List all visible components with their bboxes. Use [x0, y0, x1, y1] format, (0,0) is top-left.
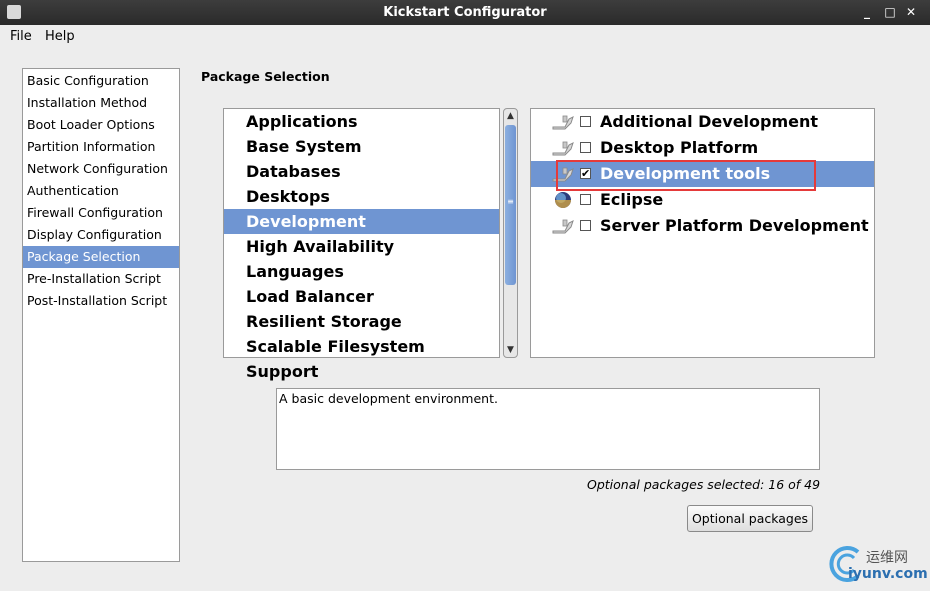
package-label: Development tools	[600, 164, 771, 183]
group-item-development[interactable]: Development	[224, 209, 499, 234]
section-title: Package Selection	[201, 69, 330, 84]
menu-help[interactable]: Help	[45, 29, 75, 44]
package-item-desktop-platform-development[interactable]: Desktop Platform Development	[531, 135, 874, 183]
scroll-thumb[interactable]: ≡	[505, 125, 516, 285]
package-checkbox[interactable]	[580, 220, 591, 231]
title-bar: Kickstart Configurator _ □ ✕	[0, 0, 930, 25]
optional-packages-button[interactable]: Optional packages	[687, 505, 813, 532]
package-checkbox[interactable]	[580, 142, 591, 153]
menu-file[interactable]: File	[10, 29, 32, 44]
sidebar-item-authentication[interactable]: Authentication	[23, 180, 179, 202]
watermark: 运维网 iyunv.com	[828, 544, 928, 588]
package-label: Eclipse	[600, 190, 664, 209]
scroll-down-icon[interactable]: ▼	[504, 343, 517, 357]
sidebar-item-partition-information[interactable]: Partition Information	[23, 136, 179, 158]
sidebar-item-basic-configuration[interactable]: Basic Configuration	[23, 70, 179, 92]
sidebar-item-network-configuration[interactable]: Network Configuration	[23, 158, 179, 180]
group-item-load-balancer[interactable]: Load Balancer	[224, 284, 499, 309]
sidebar: Basic Configuration Installation Method Bo…	[22, 68, 180, 562]
toolbox-icon	[552, 219, 574, 234]
package-checkbox[interactable]: ✔	[580, 168, 591, 179]
package-item-additional-development[interactable]: Additional Development	[531, 109, 874, 135]
sidebar-item-post-installation-script[interactable]: Post-Installation Script	[23, 290, 179, 312]
package-group-list: Applications Base System Databases Desktops…	[223, 108, 500, 381]
toolbox-icon	[552, 115, 574, 130]
watermark-url: iyunv.com	[848, 566, 928, 582]
toolbox-icon	[552, 141, 574, 156]
optional-packages-status: Optional packages selected: 16 of 49	[587, 477, 821, 492]
package-item-development-tools[interactable]: ✔ Development tools	[531, 161, 874, 187]
minimize-icon[interactable]: _	[858, 3, 876, 21]
package-checkbox[interactable]	[580, 116, 591, 127]
window-title: Kickstart Configurator	[383, 5, 547, 20]
package-list: Additional Development Desktop Platform D…	[530, 108, 875, 358]
sidebar-item-installation-method[interactable]: Installation Method	[23, 92, 179, 114]
package-label: Additional Development	[600, 112, 819, 131]
group-item-resilient-storage[interactable]: Resilient Storage	[224, 309, 499, 334]
sidebar-item-package-selection[interactable]: Package Selection	[23, 246, 179, 268]
package-item-server-platform-development[interactable]: Server Platform Development	[531, 213, 874, 239]
maximize-icon[interactable]: □	[881, 3, 899, 21]
package-checkbox[interactable]	[580, 194, 591, 205]
watermark-text: 运维网	[866, 550, 908, 566]
sidebar-item-firewall-configuration[interactable]: Firewall Configuration	[23, 202, 179, 224]
scroll-up-icon[interactable]: ▲	[504, 109, 517, 123]
grip-icon: ≡	[507, 197, 514, 206]
sidebar-item-pre-installation-script[interactable]: Pre-Installation Script	[23, 268, 179, 290]
group-item-scalable-filesystem-support[interactable]: Scalable Filesystem Support	[224, 334, 499, 381]
package-label: Server Platform Development	[600, 216, 869, 235]
group-item-base-system[interactable]: Base System	[224, 134, 499, 159]
description-box: A basic development environment.	[276, 388, 820, 470]
eclipse-icon	[555, 192, 571, 208]
group-item-desktops[interactable]: Desktops	[224, 184, 499, 209]
group-item-databases[interactable]: Databases	[224, 159, 499, 184]
group-list-scrollbar[interactable]: ▲ ≡ ▼	[503, 108, 518, 358]
sidebar-item-display-configuration[interactable]: Display Configuration	[23, 224, 179, 246]
menu-bar: File Help	[0, 25, 930, 48]
package-item-eclipse[interactable]: Eclipse	[531, 187, 874, 213]
group-item-applications[interactable]: Applications	[224, 109, 499, 134]
sidebar-item-boot-loader-options[interactable]: Boot Loader Options	[23, 114, 179, 136]
group-item-high-availability[interactable]: High Availability	[224, 234, 499, 259]
group-item-languages[interactable]: Languages	[224, 259, 499, 284]
toolbox-icon	[552, 167, 574, 182]
close-icon[interactable]: ✕	[902, 3, 920, 21]
